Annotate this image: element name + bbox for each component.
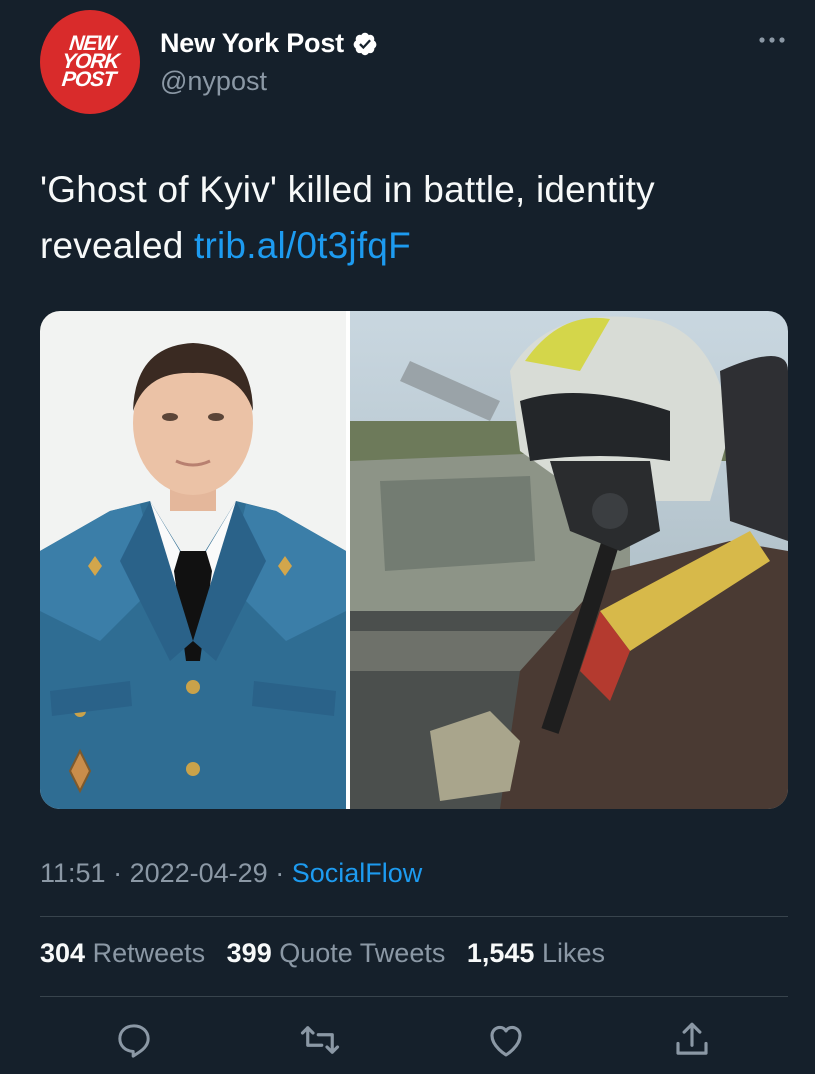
retweets-count: 304 [40,938,86,968]
divider [40,996,788,997]
quote-tweets-label: Quote Tweets [279,938,446,968]
photo-uniform-portrait[interactable] [40,311,346,809]
tweet-link[interactable]: trib.al/0t3jfqF [194,225,411,266]
retweet-button[interactable] [296,1016,344,1064]
tweet-text: 'Ghost of Kyiv' killed in battle, identi… [40,162,780,274]
quote-tweets-count: 399 [226,938,272,968]
nypost-logo: NEW YORK POST [60,32,120,91]
like-icon [490,1025,522,1057]
meta-separator: · [105,858,130,888]
tweet-meta: 11:51 · 2022-04-29 · SocialFlow [40,858,422,889]
likes-count: 1,545 [466,938,535,968]
author-name-row: New York Post [160,28,378,59]
tweet-stats: 304 Retweets 399 Quote Tweets 1,545 Like… [40,938,619,969]
verified-badge-icon [353,32,377,55]
retweet-icon [300,1026,340,1054]
likes-stat[interactable]: 1,545 Likes [467,938,605,968]
tweet-time[interactable]: 11:51 [40,858,106,888]
tweet-source[interactable]: SocialFlow [292,858,423,888]
display-name[interactable]: New York Post [160,28,344,59]
retweets-stat[interactable]: 304 Retweets [40,938,205,968]
action-bar [40,1016,788,1066]
reply-button[interactable] [110,1016,158,1064]
like-button[interactable] [482,1016,530,1064]
avatar[interactable]: NEW YORK POST [40,10,140,114]
share-button[interactable] [668,1016,716,1064]
likes-label: Likes [541,938,605,968]
tweet-date[interactable]: 2022-04-29 [130,858,268,888]
divider [40,916,788,917]
more-options-icon[interactable] [757,30,787,50]
quote-tweets-stat[interactable]: 399 Quote Tweets [227,938,446,968]
tweet-media[interactable] [40,311,788,809]
photo-pilot-cockpit[interactable] [350,311,788,809]
meta-separator: · [267,858,292,888]
retweets-label: Retweets [92,938,206,968]
handle[interactable]: @nypost [160,66,267,97]
share-icon [676,1022,708,1055]
reply-icon [118,1024,150,1058]
